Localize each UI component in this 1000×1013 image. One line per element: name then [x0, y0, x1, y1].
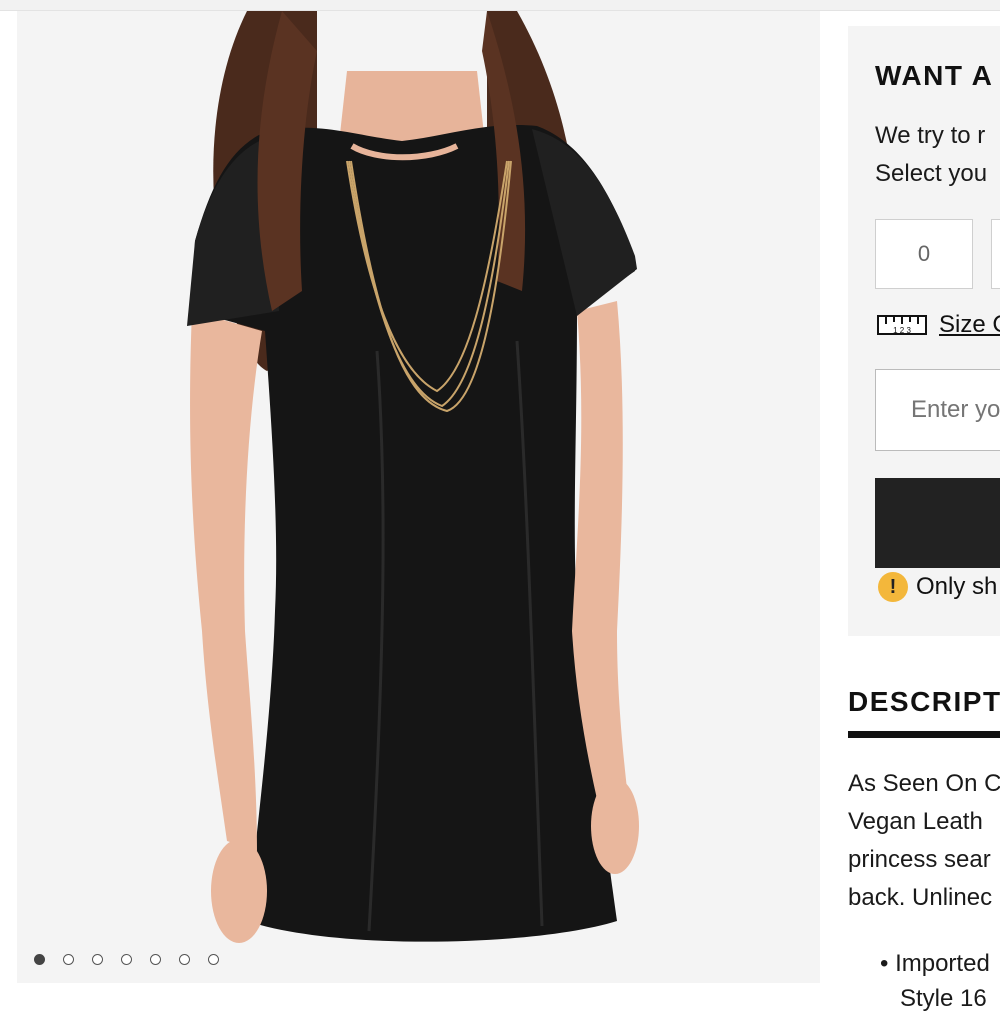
- carousel-dot-3[interactable]: [92, 954, 103, 965]
- carousel-dot-5[interactable]: [150, 954, 161, 965]
- carousel-dots: [34, 954, 219, 965]
- top-border: [0, 0, 1000, 11]
- carousel-dot-6[interactable]: [179, 954, 190, 965]
- size-chart-row: 1 2 3 Size C: [877, 311, 1000, 339]
- ruler-digits: 1 2 3: [893, 326, 911, 335]
- description-bullet-1-text: Imported: [895, 950, 990, 977]
- product-photo: [17, 11, 820, 983]
- product-image[interactable]: [17, 11, 820, 983]
- carousel-dot-2[interactable]: [63, 954, 74, 965]
- size-option-box[interactable]: 0: [875, 219, 973, 289]
- description-underline: [848, 731, 1000, 738]
- stock-alert: ! Only sh: [878, 572, 997, 602]
- description-bullet-1: • Imported: [880, 950, 990, 977]
- carousel-dot-7[interactable]: [208, 954, 219, 965]
- description-heading: DESCRIPTI: [848, 686, 1000, 717]
- carousel-dot-1[interactable]: [34, 954, 45, 965]
- description-line-2: Vegan Leath: [848, 808, 983, 835]
- description-line-1: As Seen On C: [848, 770, 1000, 797]
- notify-me-button[interactable]: [875, 478, 1000, 568]
- exclamation-icon: !: [878, 572, 908, 602]
- ruler-icon: 1 2 3: [877, 315, 927, 335]
- notify-text-line-1: We try to r: [875, 122, 986, 149]
- description-bullet-2: Style 16: [900, 985, 987, 1012]
- description-line-4: back. Unlinec: [848, 884, 993, 911]
- description-line-3: princess sear: [848, 846, 991, 873]
- notify-title: WANT A: [875, 60, 994, 91]
- notify-text-line-2: Select you: [875, 160, 988, 187]
- size-option-box-2[interactable]: [991, 219, 1000, 289]
- carousel-dot-4[interactable]: [121, 954, 132, 965]
- email-input[interactable]: [875, 369, 1000, 451]
- stock-alert-text: Only sh: [916, 573, 998, 600]
- size-chart-link[interactable]: Size C: [939, 311, 1000, 339]
- size-option-value: 0: [917, 241, 931, 266]
- notify-panel: WANT A We try to r Select you 0 1 2 3 Si…: [848, 26, 1000, 636]
